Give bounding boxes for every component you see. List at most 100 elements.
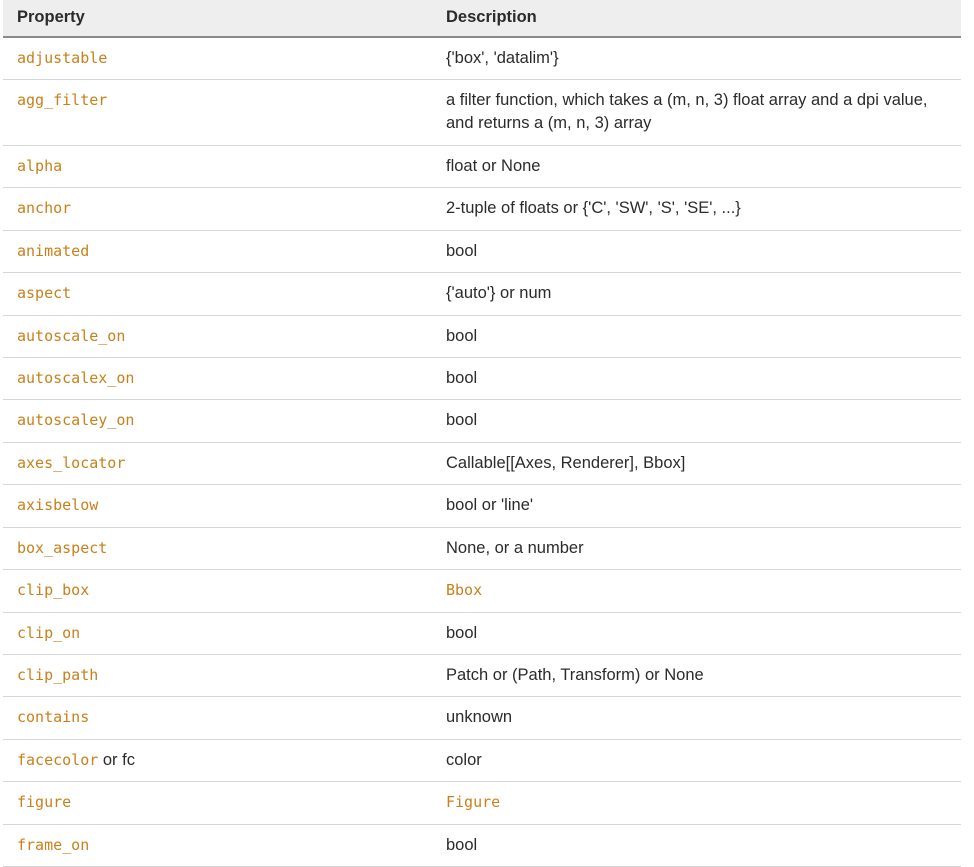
property-cell: adjustable xyxy=(3,37,432,80)
property-cell: facecolor or fc xyxy=(3,739,432,781)
description-cell: bool xyxy=(432,315,961,357)
description-text: None, or a number xyxy=(446,539,584,557)
property-name[interactable]: box_aspect xyxy=(17,539,107,557)
description-text: Patch or (Path, Transform) or None xyxy=(446,666,704,684)
description-cell: bool xyxy=(432,358,961,400)
table-row: anchor 2-tuple of floats or {'C', 'SW', '… xyxy=(3,188,961,230)
table-row: agg_filter a filter function, which takes… xyxy=(3,80,961,146)
description-text[interactable]: Figure xyxy=(446,793,500,811)
property-cell: axisbelow xyxy=(3,485,432,527)
property-name[interactable]: clip_box xyxy=(17,581,89,599)
property-name[interactable]: adjustable xyxy=(17,49,107,67)
description-cell: Callable[[Axes, Renderer], Bbox] xyxy=(432,442,961,484)
column-header-description: Description xyxy=(432,0,961,37)
description-cell: unknown xyxy=(432,697,961,739)
description-cell: bool xyxy=(432,612,961,654)
description-cell: bool or 'line' xyxy=(432,485,961,527)
property-cell: anchor xyxy=(3,188,432,230)
table-row: facecolor or fc color xyxy=(3,739,961,781)
description-text: unknown xyxy=(446,708,512,726)
property-cell: animated xyxy=(3,230,432,272)
table-row: contains unknown xyxy=(3,697,961,739)
description-text: bool xyxy=(446,369,477,387)
property-cell: autoscalex_on xyxy=(3,358,432,400)
property-name[interactable]: frame_on xyxy=(17,836,89,854)
description-text: bool xyxy=(446,327,477,345)
property-description-table: Property Description adjustable {'box', '… xyxy=(3,0,961,867)
table-row: clip_path Patch or (Path, Transform) or N… xyxy=(3,654,961,696)
property-cell: alpha xyxy=(3,145,432,187)
property-name[interactable]: axes_locator xyxy=(17,454,125,472)
table-row: axes_locator Callable[[Axes, Renderer], B… xyxy=(3,442,961,484)
property-cell: frame_on xyxy=(3,824,432,866)
table-row: aspect {'auto'} or num xyxy=(3,273,961,315)
table-row: figure Figure xyxy=(3,782,961,824)
description-cell: bool xyxy=(432,230,961,272)
property-alias-suffix: or fc xyxy=(98,751,135,769)
description-cell: float or None xyxy=(432,145,961,187)
table-header: Property Description xyxy=(3,0,961,37)
property-cell: clip_box xyxy=(3,570,432,612)
description-cell: a filter function, which takes a (m, n, … xyxy=(432,80,961,146)
description-cell: color xyxy=(432,739,961,781)
property-name[interactable]: agg_filter xyxy=(17,91,107,109)
property-name[interactable]: clip_on xyxy=(17,624,80,642)
property-name[interactable]: facecolor xyxy=(17,751,98,769)
description-text: float or None xyxy=(446,157,540,175)
table-row: animated bool xyxy=(3,230,961,272)
property-name[interactable]: clip_path xyxy=(17,666,98,684)
property-name[interactable]: contains xyxy=(17,708,89,726)
property-cell: box_aspect xyxy=(3,527,432,569)
description-text: a filter function, which takes a (m, n, … xyxy=(446,91,928,132)
property-cell: autoscaley_on xyxy=(3,400,432,442)
table-body: adjustable {'box', 'datalim'} agg_filter a … xyxy=(3,37,961,867)
table-row: box_aspect None, or a number xyxy=(3,527,961,569)
description-text: bool xyxy=(446,836,477,854)
description-text: 2-tuple of floats or {'C', 'SW', 'S', 'S… xyxy=(446,199,741,217)
table-row: frame_on bool xyxy=(3,824,961,866)
description-cell: bool xyxy=(432,824,961,866)
description-cell: 2-tuple of floats or {'C', 'SW', 'S', 'S… xyxy=(432,188,961,230)
property-table-container: Property Description adjustable {'box', '… xyxy=(0,0,974,867)
property-cell: aspect xyxy=(3,273,432,315)
table-row: autoscale_on bool xyxy=(3,315,961,357)
property-name[interactable]: axisbelow xyxy=(17,496,98,514)
table-row: autoscaley_on bool xyxy=(3,400,961,442)
table-header-row: Property Description xyxy=(3,0,961,37)
property-name[interactable]: autoscale_on xyxy=(17,327,125,345)
property-name[interactable]: autoscalex_on xyxy=(17,369,134,387)
property-name[interactable]: figure xyxy=(17,793,71,811)
description-text: Callable[[Axes, Renderer], Bbox] xyxy=(446,454,685,472)
description-text: {'box', 'datalim'} xyxy=(446,49,559,67)
property-cell: agg_filter xyxy=(3,80,432,146)
table-row: clip_box Bbox xyxy=(3,570,961,612)
description-cell: Figure xyxy=(432,782,961,824)
property-cell: contains xyxy=(3,697,432,739)
table-row: alpha float or None xyxy=(3,145,961,187)
description-text: bool or 'line' xyxy=(446,496,533,514)
description-cell: {'auto'} or num xyxy=(432,273,961,315)
table-row: autoscalex_on bool xyxy=(3,358,961,400)
description-cell: bool xyxy=(432,400,961,442)
table-row: adjustable {'box', 'datalim'} xyxy=(3,37,961,80)
property-name[interactable]: aspect xyxy=(17,284,71,302)
property-cell: clip_path xyxy=(3,654,432,696)
property-cell: clip_on xyxy=(3,612,432,654)
description-text[interactable]: Bbox xyxy=(446,581,482,599)
description-cell: Patch or (Path, Transform) or None xyxy=(432,654,961,696)
property-name[interactable]: anchor xyxy=(17,199,71,217)
column-header-property: Property xyxy=(3,0,432,37)
description-text: {'auto'} or num xyxy=(446,284,551,302)
description-cell: Bbox xyxy=(432,570,961,612)
description-text: bool xyxy=(446,411,477,429)
table-row: axisbelow bool or 'line' xyxy=(3,485,961,527)
property-name[interactable]: animated xyxy=(17,242,89,260)
property-cell: figure xyxy=(3,782,432,824)
description-cell: None, or a number xyxy=(432,527,961,569)
description-text: color xyxy=(446,751,482,769)
property-name[interactable]: autoscaley_on xyxy=(17,411,134,429)
description-text: bool xyxy=(446,624,477,642)
property-name[interactable]: alpha xyxy=(17,157,62,175)
property-cell: autoscale_on xyxy=(3,315,432,357)
description-cell: {'box', 'datalim'} xyxy=(432,37,961,80)
